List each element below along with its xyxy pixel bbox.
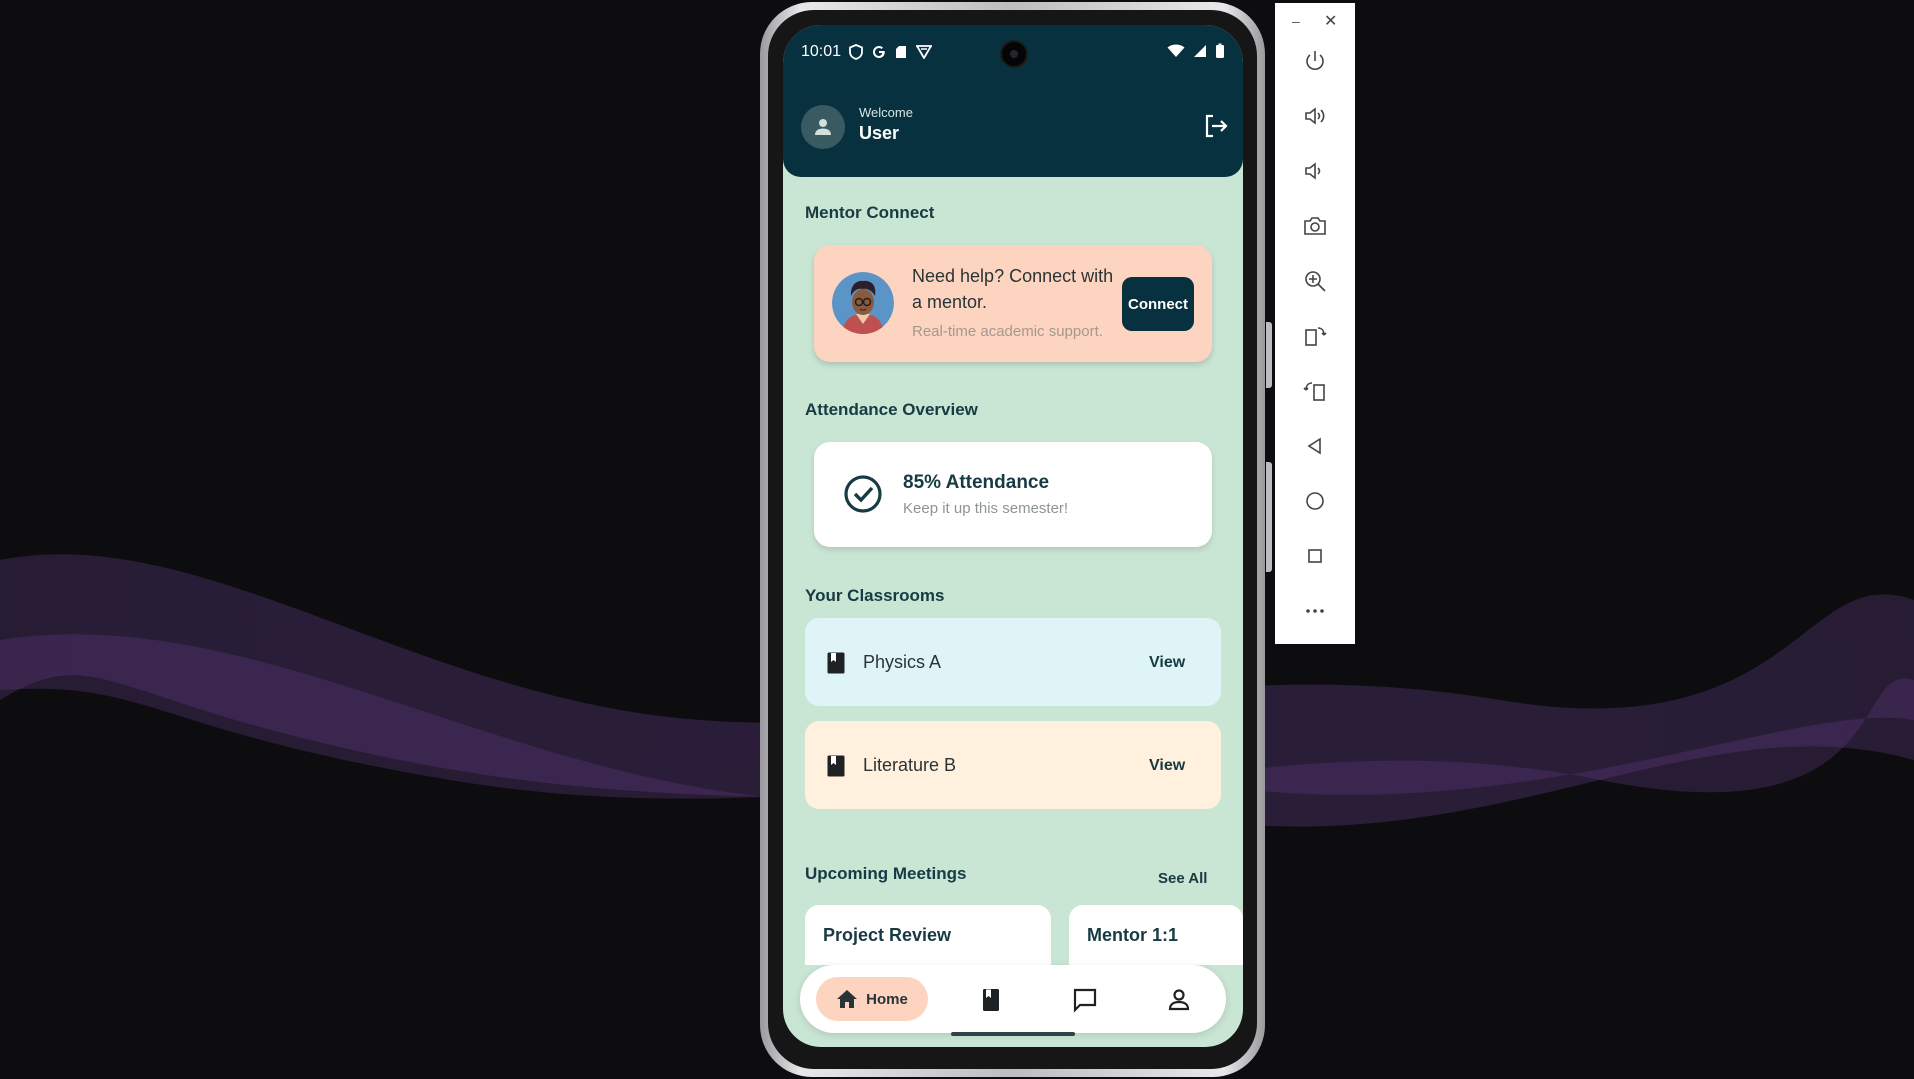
book-icon bbox=[827, 755, 845, 777]
sd-card-icon bbox=[896, 46, 907, 58]
battery-icon bbox=[1216, 43, 1224, 58]
overview-icon[interactable] bbox=[1301, 542, 1329, 570]
classroom-card[interactable]: Physics A View bbox=[805, 618, 1221, 706]
meeting-card[interactable]: Mentor 1:1 bbox=[1069, 905, 1243, 965]
book-icon[interactable] bbox=[978, 987, 1004, 1013]
attendance-section-title: Attendance Overview bbox=[805, 400, 978, 419]
connect-button[interactable]: Connect bbox=[1122, 277, 1194, 331]
phone-side-button bbox=[1266, 322, 1272, 388]
bottom-navigation: Home bbox=[800, 965, 1226, 1033]
mentor-avatar bbox=[832, 272, 894, 334]
front-camera bbox=[1000, 40, 1028, 68]
zoom-icon[interactable] bbox=[1301, 267, 1329, 295]
classroom-name: Physics A bbox=[863, 652, 942, 672]
volume-up-icon[interactable] bbox=[1301, 102, 1329, 130]
wifi-icon bbox=[1167, 44, 1185, 57]
mentor-subtitle: Real-time academic support. bbox=[912, 323, 1103, 340]
mentor-headline: Need help? Connect with a mentor. bbox=[912, 266, 1114, 312]
minimize-button[interactable]: – bbox=[1292, 13, 1300, 29]
google-icon bbox=[873, 46, 885, 58]
see-all-link[interactable]: See All bbox=[1158, 870, 1207, 887]
status-time: 10:01 bbox=[801, 43, 842, 60]
mentor-section-title: Mentor Connect bbox=[805, 203, 935, 222]
shield-icon bbox=[849, 44, 863, 60]
view-button[interactable]: View bbox=[1149, 757, 1185, 775]
book-icon bbox=[827, 652, 845, 674]
meeting-title: Mentor 1:1 bbox=[1087, 925, 1179, 945]
user-name: User bbox=[859, 123, 900, 143]
meeting-title: Project Review bbox=[823, 925, 952, 945]
attendance-title: 85% Attendance bbox=[903, 472, 1050, 493]
close-button[interactable]: ✕ bbox=[1324, 11, 1337, 31]
person-icon bbox=[815, 119, 831, 135]
meetings-section-title: Upcoming Meetings bbox=[805, 864, 967, 883]
logout-icon[interactable] bbox=[1203, 113, 1229, 139]
home-icon bbox=[837, 990, 858, 1008]
attendance-card[interactable]: 85% Attendance Keep it up this semester! bbox=[814, 442, 1212, 547]
classrooms-section-title: Your Classrooms bbox=[805, 586, 945, 605]
more-icon[interactable] bbox=[1301, 597, 1329, 625]
phone-frame: 10:01 Welcome User Mentor Connect Need h… bbox=[760, 2, 1272, 1077]
app-header: 10:01 Welcome User bbox=[783, 25, 1243, 177]
classroom-name: Literature B bbox=[863, 755, 957, 775]
gesture-home-indicator[interactable] bbox=[951, 1032, 1075, 1036]
back-icon[interactable] bbox=[1301, 432, 1329, 460]
signal-icon bbox=[1194, 45, 1206, 57]
volume-down-icon[interactable] bbox=[1301, 157, 1329, 185]
rotate-right-icon[interactable] bbox=[1301, 377, 1329, 405]
user-avatar[interactable] bbox=[801, 105, 845, 149]
nav-home-tab[interactable]: Home bbox=[816, 977, 928, 1021]
classroom-card[interactable]: Literature B View bbox=[805, 721, 1221, 809]
check-circle-icon bbox=[844, 475, 882, 513]
phone-volume-button bbox=[1266, 462, 1272, 572]
emulator-window-controls: – ✕ bbox=[1275, 11, 1355, 35]
mentor-card[interactable]: Need help? Connect with a mentor. Real-t… bbox=[814, 245, 1212, 362]
nav-home-label: Home bbox=[866, 990, 908, 1008]
meeting-card[interactable]: Project Review bbox=[805, 905, 1051, 965]
rotate-left-icon[interactable] bbox=[1301, 322, 1329, 350]
view-button[interactable]: View bbox=[1149, 654, 1185, 672]
emulator-toolbar: – ✕ bbox=[1275, 3, 1355, 644]
app-screen: 10:01 Welcome User Mentor Connect Need h… bbox=[783, 25, 1243, 1047]
profile-icon[interactable] bbox=[1166, 987, 1192, 1013]
chat-icon[interactable] bbox=[1072, 987, 1098, 1013]
welcome-label: Welcome bbox=[859, 105, 913, 120]
power-icon[interactable] bbox=[1301, 47, 1329, 75]
vpn-icon bbox=[916, 45, 933, 59]
camera-icon[interactable] bbox=[1301, 212, 1329, 240]
attendance-subtitle: Keep it up this semester! bbox=[903, 500, 1069, 517]
home-circle-icon[interactable] bbox=[1301, 487, 1329, 515]
